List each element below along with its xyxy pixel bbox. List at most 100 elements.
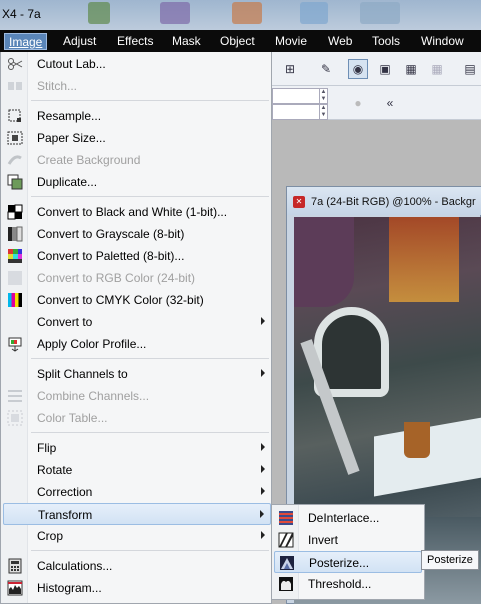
combine-channels-icon (8, 390, 22, 402)
record-button-icon[interactable]: ● (348, 93, 368, 113)
menu-item-resample[interactable]: Resample... (3, 105, 271, 127)
posterize-icon (280, 556, 294, 570)
duplicate-icon (7, 174, 23, 190)
submenu-item-label: DeInterlace... (308, 511, 380, 525)
menu-item-label: Rotate (37, 463, 73, 477)
menu-object[interactable]: Object (216, 33, 259, 50)
menu-item-label: Convert to Black and White (1-bit)... (37, 205, 228, 219)
menu-item-label: Duplicate... (37, 175, 98, 189)
menu-item-label: Stitch... (37, 79, 78, 93)
menu-web[interactable]: Web (324, 33, 356, 50)
menu-item-label: Convert to RGB Color (24-bit) (37, 271, 196, 285)
print-icon[interactable]: ▤ (460, 59, 480, 79)
invert-icon (278, 532, 294, 548)
menu-item-stitch[interactable]: Stitch... (3, 75, 271, 97)
photo-shape (404, 422, 430, 458)
menu-item-label: Convert to CMYK Color (32-bit) (37, 293, 204, 307)
photo-shape (389, 217, 459, 302)
menu-item-split-channels[interactable]: Split Channels to (3, 363, 271, 385)
submenu-arrow-icon (261, 443, 265, 451)
cutout-lab-icon (8, 58, 23, 70)
menu-item-label: Correction (37, 485, 93, 499)
taskbar-blur-shape (300, 2, 328, 24)
deinterlace-icon (279, 511, 293, 525)
property-spinbox[interactable]: ▲ ▼ (272, 88, 328, 104)
menu-item-crop[interactable]: Crop (3, 525, 271, 547)
cmyk-icon (8, 293, 22, 307)
menu-item-color-table[interactable]: Color Table... (3, 407, 271, 429)
menu-item-convert-bw[interactable]: Convert to Black and White (1-bit)... (3, 201, 271, 223)
submenu-item-posterize[interactable]: Posterize... (274, 551, 422, 573)
submenu-item-deinterlace[interactable]: DeInterlace... (274, 507, 422, 529)
menu-item-label: Resample... (37, 109, 102, 123)
menu-item-calculations[interactable]: Calculations... (3, 555, 271, 577)
color-table-icon (7, 410, 23, 426)
menu-image[interactable]: Image (4, 33, 48, 50)
document-icon: ✕ (293, 196, 305, 208)
window-title: X4 - 7a (2, 7, 41, 21)
brush-tool-icon[interactable]: ✎ (316, 59, 336, 79)
layer-view-icon[interactable]: ▣ (375, 59, 395, 79)
menu-item-flip[interactable]: Flip (3, 437, 271, 459)
menu-item-label: Flip (37, 441, 57, 455)
menu-item-label: Color Table... (37, 411, 108, 425)
menu-item-convert-to[interactable]: Convert to (3, 311, 271, 333)
submenu-arrow-icon (261, 317, 265, 325)
taskbar-blur-shape (360, 2, 400, 24)
menu-adjust[interactable]: Adjust (59, 33, 100, 50)
menu-item-transform[interactable]: Transform (3, 503, 271, 525)
fit-window-icon[interactable]: ⊞ (280, 59, 300, 79)
menu-item-rotate[interactable]: Rotate (3, 459, 271, 481)
menu-item-label: Convert to Paletted (8-bit)... (37, 249, 185, 263)
property-spinbox[interactable]: ▲ ▼ (272, 104, 328, 120)
menu-item-label: Combine Channels... (37, 389, 150, 403)
preview-eye-icon[interactable]: ◉ (348, 59, 368, 79)
menu-item-apply-color-profile[interactable]: Apply Color Profile... (3, 333, 271, 355)
grayscale-icon (8, 226, 23, 242)
menu-mask[interactable]: Mask (168, 33, 205, 50)
image-menu: Cutout Lab... Stitch... Resample... Pape… (0, 52, 272, 604)
menu-item-create-background[interactable]: Create Background (3, 149, 271, 171)
menu-item-correction[interactable]: Correction (3, 481, 271, 503)
document-title: 7a (24-Bit RGB) @100% - Backgr (311, 196, 476, 208)
posterize-tooltip: Posterize (421, 550, 479, 570)
menu-separator (31, 100, 269, 101)
menu-item-histogram[interactable]: Histogram... (3, 577, 271, 599)
menu-item-label: Split Channels to (37, 367, 128, 381)
property-bar: ▲ ▼ ▲ ▼ ● « (272, 86, 481, 120)
menu-separator (31, 550, 269, 551)
menu-item-paper-size[interactable]: Paper Size... (3, 127, 271, 149)
menu-window[interactable]: Window (417, 33, 468, 50)
menu-item-convert-cmyk[interactable]: Convert to CMYK Color (32-bit) (3, 289, 271, 311)
menu-effects[interactable]: Effects (113, 33, 157, 50)
menu-item-convert-grayscale[interactable]: Convert to Grayscale (8-bit) (3, 223, 271, 245)
black-white-icon (7, 204, 23, 220)
disabled-tool-icon[interactable]: ▦ (401, 59, 421, 79)
menu-item-convert-paletted[interactable]: Convert to Paletted (8-bit)... (3, 245, 271, 267)
menu-tools[interactable]: Tools (368, 33, 404, 50)
menu-item-label: Crop (37, 529, 64, 543)
photo-shape (294, 217, 354, 307)
menu-item-combine-channels[interactable]: Combine Channels... (3, 385, 271, 407)
menu-item-duplicate[interactable]: Duplicate... (3, 171, 271, 193)
menu-movie[interactable]: Movie (271, 33, 311, 50)
menu-bar: Image Adjust Effects Mask Object Movie W… (0, 30, 481, 52)
submenu-arrow-icon (261, 531, 265, 539)
menu-item-label: Histogram... (37, 581, 102, 595)
menu-item-cutout-lab[interactable]: Cutout Lab... (3, 53, 271, 75)
color-profile-icon (8, 337, 22, 352)
menu-item-label: Create Background (37, 153, 141, 167)
rewind-icon[interactable]: « (380, 93, 400, 113)
menu-separator (31, 432, 269, 433)
disabled-tool-icon[interactable]: ▦ (427, 59, 447, 79)
create-background-icon (7, 155, 22, 165)
submenu-arrow-icon (261, 487, 265, 495)
menu-item-label: Cutout Lab... (37, 57, 106, 71)
taskbar-blur-shape (160, 2, 190, 24)
paper-size-icon (7, 131, 23, 145)
menu-item-convert-rgb[interactable]: Convert to RGB Color (24-bit) (3, 267, 271, 289)
submenu-item-invert[interactable]: Invert (274, 529, 422, 551)
menu-separator (31, 196, 269, 197)
submenu-item-threshold[interactable]: Threshold... (274, 573, 422, 595)
submenu-arrow-icon (260, 510, 264, 518)
